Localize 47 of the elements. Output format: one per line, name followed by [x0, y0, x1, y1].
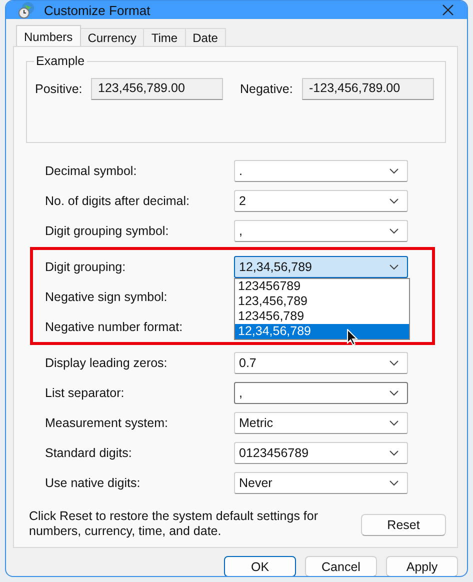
chevron-down-icon	[389, 420, 399, 426]
dropdown[interactable]: Never	[234, 472, 408, 494]
positive-example-field: 123,456,789.00	[91, 78, 223, 100]
reset-button[interactable]: Reset	[361, 514, 446, 536]
dialog-button[interactable]: OK	[224, 556, 296, 576]
field-label: Negative:	[240, 82, 294, 96]
setting-label: Negative number format:	[45, 320, 184, 334]
setting-label: List separator:	[45, 386, 126, 400]
window-title: Customize Format	[44, 2, 152, 18]
chevron-down-icon	[389, 360, 399, 366]
dropdown[interactable]: 0123456789	[234, 442, 408, 464]
field-label: Positive:	[35, 82, 84, 96]
dialog-button[interactable]: Apply	[386, 556, 458, 576]
reset-note: Click Reset to restore the system default settings for numbers, currency, time, and date.	[29, 509, 320, 539]
tab[interactable]: Date	[184, 28, 226, 46]
chevron-down-icon	[389, 480, 399, 486]
chevron-down-icon	[389, 168, 399, 174]
chevron-down-icon	[389, 450, 399, 456]
dropdown[interactable]: 12,34,56,789	[234, 256, 408, 278]
dropdown-option[interactable]: 123456789	[235, 279, 409, 294]
group-title: Example	[34, 54, 87, 68]
chevron-down-icon	[389, 264, 399, 270]
setting-label: No. of digits after decimal:	[45, 194, 191, 208]
setting-label: Negative sign symbol:	[45, 290, 168, 304]
setting-label: Digit grouping symbol:	[45, 224, 170, 238]
setting-label: Measurement system:	[45, 416, 169, 430]
tab[interactable]: Numbers	[16, 25, 81, 46]
setting-label: Standard digits:	[45, 446, 133, 460]
dropdown[interactable]: Metric	[234, 412, 408, 434]
setting-label: Display leading zeros:	[45, 356, 168, 370]
chevron-down-icon	[389, 198, 399, 204]
dropdown-option[interactable]: 123,456,789	[235, 294, 409, 309]
dropdown-option[interactable]: 123456,789	[235, 309, 409, 324]
negative-example-field: -123,456,789.00	[302, 78, 434, 100]
setting-label: Digit grouping:	[45, 260, 127, 274]
tab[interactable]: Currency	[80, 28, 144, 46]
dropdown[interactable]: 2	[234, 190, 408, 212]
dialog-button[interactable]: Cancel	[305, 556, 377, 576]
close-icon[interactable]	[441, 3, 455, 17]
chevron-down-icon	[389, 228, 399, 234]
setting-label: Use native digits:	[45, 476, 142, 490]
dropdown[interactable]: .	[234, 160, 408, 182]
dropdown[interactable]: ,	[234, 220, 408, 242]
setting-label: Decimal symbol:	[45, 164, 138, 178]
chevron-down-icon	[389, 390, 399, 396]
dropdown[interactable]: ,	[234, 382, 408, 404]
dropdown[interactable]: 0.7	[234, 352, 408, 374]
